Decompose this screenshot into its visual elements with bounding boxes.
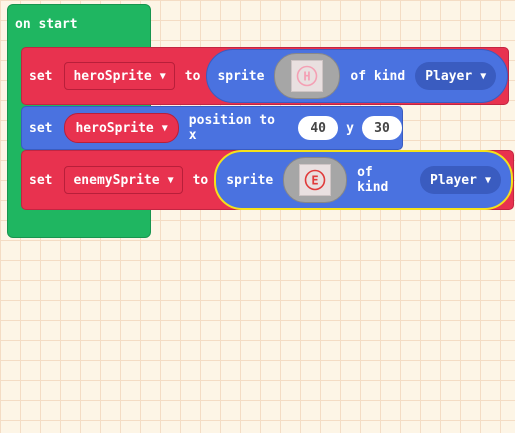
set-keyword: set: [29, 68, 53, 84]
kind-dropdown[interactable]: Player ▼: [415, 62, 497, 90]
to-keyword: to: [184, 68, 201, 84]
sprite-image-picker[interactable]: H: [274, 53, 341, 99]
y-label: y: [346, 120, 354, 136]
of-kind-keyword: of kind: [350, 68, 406, 84]
caret-down-icon: ▼: [159, 70, 166, 82]
variable-name: enemySprite: [73, 172, 160, 188]
variable-name: heroSprite: [75, 120, 154, 136]
kind-value: Player: [430, 172, 477, 188]
sprite-image-picker[interactable]: E: [283, 157, 348, 203]
enemy-sprite-icon: E: [304, 169, 326, 191]
set-enemy-sprite-block[interactable]: set enemySprite ▼ to sprite E of kind Pl…: [21, 150, 514, 210]
position-label: position to x: [188, 113, 275, 143]
caret-down-icon: ▼: [167, 174, 174, 186]
variable-dropdown-hero-position[interactable]: heroSprite ▼: [64, 113, 179, 143]
variable-dropdown-hero[interactable]: heroSprite ▼: [64, 62, 175, 90]
set-keyword: set: [29, 172, 53, 188]
sprite-keyword: sprite: [217, 68, 265, 84]
kind-dropdown[interactable]: Player ▼: [420, 166, 501, 194]
set-hero-sprite-block[interactable]: set heroSprite ▼ to sprite H of kind Pla…: [21, 47, 509, 105]
variable-dropdown-enemy[interactable]: enemySprite ▼: [64, 166, 183, 194]
to-keyword: to: [192, 172, 209, 188]
y-value-input[interactable]: 30: [362, 116, 402, 140]
sprite-of-kind-reporter-selected[interactable]: sprite E of kind Player ▼: [214, 150, 513, 210]
variable-name: heroSprite: [73, 68, 152, 84]
enemy-sprite-glyph: E: [312, 174, 319, 188]
hero-sprite-icon: H: [297, 65, 318, 87]
on-start-label: on start: [15, 17, 78, 32]
of-kind-keyword: of kind: [357, 165, 389, 195]
caret-down-icon: ▼: [484, 174, 491, 186]
sprite-of-kind-reporter[interactable]: sprite H of kind Player ▼: [206, 49, 508, 103]
enemy-sprite-image: E: [299, 164, 332, 196]
caret-down-icon: ▼: [480, 70, 487, 82]
x-value-input[interactable]: 40: [298, 116, 339, 140]
kind-value: Player: [425, 68, 473, 84]
hero-sprite-image: H: [291, 60, 324, 92]
hero-sprite-glyph: H: [304, 70, 311, 84]
set-hero-position-block[interactable]: set heroSprite ▼ position to x 40 y 30: [21, 106, 403, 150]
sprite-keyword: sprite: [226, 172, 274, 188]
set-keyword: set: [29, 120, 53, 136]
caret-down-icon: ▼: [161, 122, 168, 134]
